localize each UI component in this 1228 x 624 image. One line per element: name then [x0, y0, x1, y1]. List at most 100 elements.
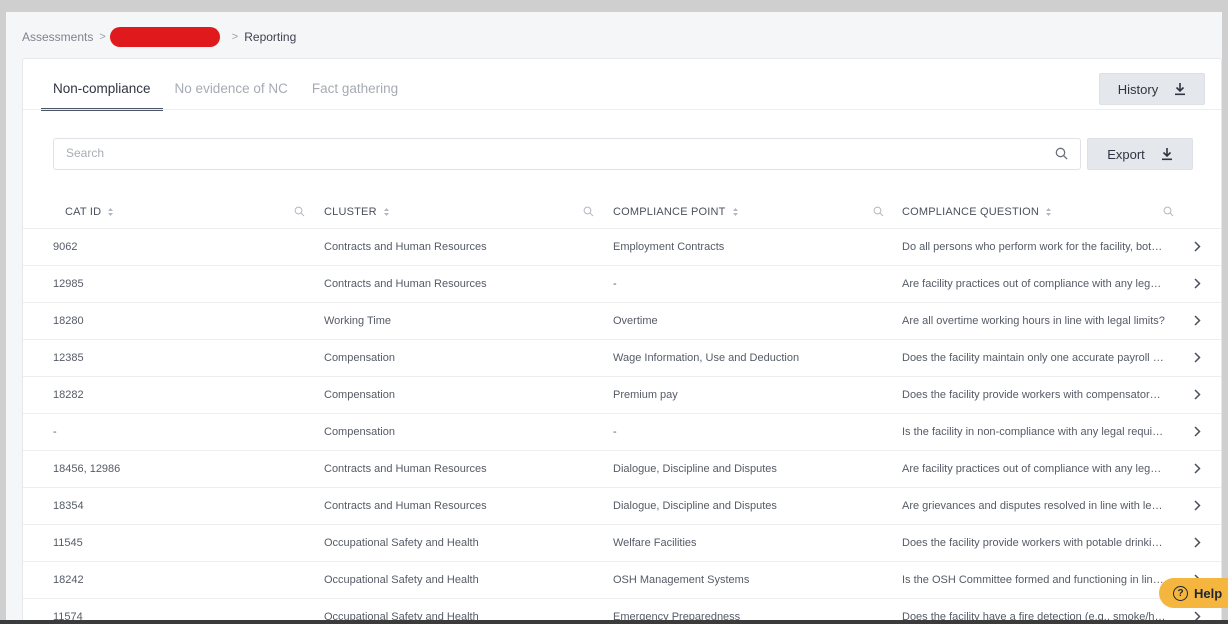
question-circle-icon: ? — [1173, 585, 1188, 601]
cell-cat-id: 12985 — [53, 278, 84, 290]
breadcrumb-separator-icon: > — [99, 31, 106, 43]
table-header: CAT ID CLUSTER COMPLIANCE POINT COMPLIAN… — [53, 197, 1191, 227]
chevron-right-icon[interactable] — [1193, 500, 1201, 511]
cell-cat-id: 18242 — [53, 574, 84, 586]
export-button-label: Export — [1107, 146, 1145, 162]
tab-non-compliance[interactable]: Non-compliance — [41, 75, 163, 111]
table-row[interactable]: 18354 Contracts and Human Resources Dialog… — [23, 487, 1221, 524]
chevron-right-icon[interactable] — [1193, 352, 1201, 363]
table-row[interactable]: 12985 Contracts and Human Resources - Are f… — [23, 265, 1221, 302]
cell-cat-id: 9062 — [53, 241, 78, 253]
cell-compliance-question: Is the facility in non-compliance with a… — [902, 426, 1166, 438]
table-row[interactable]: 18456, 12986 Contracts and Human Resource… — [23, 450, 1221, 487]
breadcrumb: Assessments > > Reporting — [22, 27, 297, 47]
tab-no-evidence-of-nc[interactable]: No evidence of NC — [163, 75, 300, 111]
cell-compliance-point: Overtime — [613, 315, 658, 327]
cell-compliance-question: Are facility practices out of compliance… — [902, 278, 1166, 290]
column-search-icon[interactable] — [1163, 206, 1174, 217]
cell-compliance-question: Do all persons who perform work for the … — [902, 241, 1166, 253]
sort-icon[interactable] — [383, 207, 390, 217]
cell-compliance-question: Does the facility provide workers with p… — [902, 537, 1166, 549]
cell-cluster: Occupational Safety and Health — [324, 537, 479, 549]
cell-cluster: Working Time — [324, 315, 392, 327]
table-row[interactable]: 11545 Occupational Safety and Health Welfa… — [23, 524, 1221, 561]
cell-compliance-question: Are all overtime working hours in line w… — [902, 315, 1165, 327]
table-row[interactable]: 18242 Occupational Safety and Health OSH M… — [23, 561, 1221, 598]
cell-cluster: Compensation — [324, 426, 395, 438]
cell-compliance-point: - — [613, 426, 617, 438]
cell-cluster: Contracts and Human Resources — [324, 278, 487, 290]
cell-compliance-point: - — [613, 278, 617, 290]
cell-compliance-question: Is the OSH Committee formed and function… — [902, 574, 1166, 586]
cell-cluster: Compensation — [324, 352, 395, 364]
column-header-label: COMPLIANCE QUESTION — [902, 206, 1040, 218]
column-header-label: CAT ID — [65, 206, 102, 218]
chevron-right-icon[interactable] — [1193, 389, 1201, 400]
chevron-right-icon[interactable] — [1193, 537, 1201, 548]
cell-cat-id: 18280 — [53, 315, 84, 327]
report-tabs: Non-compliance No evidence of NC Fact ga… — [41, 75, 410, 111]
column-search-icon[interactable] — [873, 206, 884, 217]
table-row[interactable]: 9062 Contracts and Human Resources Employm… — [23, 228, 1221, 265]
column-header-cat-id[interactable]: CAT ID — [65, 197, 114, 227]
history-button[interactable]: History — [1099, 73, 1205, 105]
table-row[interactable]: - Compensation - Is the facility in non-com… — [23, 413, 1221, 450]
cell-compliance-point: Welfare Facilities — [613, 537, 697, 549]
chevron-right-icon[interactable] — [1193, 315, 1201, 326]
chevron-right-icon[interactable] — [1193, 278, 1201, 289]
search-field — [53, 138, 1081, 170]
history-button-label: History — [1117, 81, 1159, 97]
cell-compliance-question: Are facility practices out of compliance… — [902, 463, 1166, 475]
tab-divider — [23, 109, 1221, 110]
cell-compliance-question: Does the facility provide workers with c… — [902, 389, 1166, 401]
cell-cluster: Contracts and Human Resources — [324, 463, 487, 475]
column-search-icon[interactable] — [583, 206, 594, 217]
cell-cat-id: 18282 — [53, 389, 84, 401]
table-row[interactable]: 18280 Working Time Overtime Are all overtim… — [23, 302, 1221, 339]
column-header-compliance-question[interactable]: COMPLIANCE QUESTION — [902, 197, 1052, 227]
breadcrumb-assessments[interactable]: Assessments — [22, 30, 93, 44]
table-row[interactable]: 18282 Compensation Premium pay Does the fac… — [23, 376, 1221, 413]
cell-cat-id: - — [53, 426, 57, 438]
cell-compliance-question: Does the facility maintain only one accu… — [902, 352, 1166, 364]
search-input[interactable] — [54, 139, 1058, 167]
table-row[interactable]: 12385 Compensation Wage Information, Use a… — [23, 339, 1221, 376]
search-icon[interactable] — [1055, 147, 1068, 160]
cell-cluster: Compensation — [324, 389, 395, 401]
app-viewport: Assessments > > Reporting Non-compliance… — [6, 12, 1222, 624]
download-icon — [1161, 148, 1172, 161]
sort-icon[interactable] — [732, 207, 739, 217]
tab-fact-gathering[interactable]: Fact gathering — [300, 75, 410, 111]
cell-compliance-point: Dialogue, Discipline and Disputes — [613, 500, 777, 512]
column-header-cluster[interactable]: CLUSTER — [324, 197, 390, 227]
sort-icon[interactable] — [1045, 207, 1052, 217]
column-header-label: COMPLIANCE POINT — [613, 206, 726, 218]
window-bottom-edge — [0, 620, 1228, 624]
help-button[interactable]: ? Help — [1159, 578, 1228, 608]
cell-cluster: Occupational Safety and Health — [324, 574, 479, 586]
cell-compliance-point: Dialogue, Discipline and Disputes — [613, 463, 777, 475]
column-header-label: CLUSTER — [324, 206, 377, 218]
reporting-card: Non-compliance No evidence of NC Fact ga… — [22, 58, 1222, 624]
cell-cat-id: 11545 — [53, 537, 83, 549]
breadcrumb-reporting: Reporting — [244, 30, 297, 44]
column-search-icon[interactable] — [294, 206, 305, 217]
chevron-right-icon[interactable] — [1193, 241, 1201, 252]
cell-cluster: Contracts and Human Resources — [324, 241, 487, 253]
help-button-label: Help — [1194, 585, 1223, 601]
cell-compliance-point: OSH Management Systems — [613, 574, 750, 586]
sort-icon[interactable] — [107, 207, 114, 217]
cell-cat-id: 18456, 12986 — [53, 463, 121, 475]
column-header-compliance-point[interactable]: COMPLIANCE POINT — [613, 197, 739, 227]
breadcrumb-separator-icon: > — [231, 31, 239, 43]
cell-cat-id: 18354 — [53, 500, 84, 512]
cell-compliance-question: Are grievances and disputes resolved in … — [902, 500, 1166, 512]
cell-cat-id: 12385 — [53, 352, 84, 364]
table-body: 9062 Contracts and Human Resources Employm… — [23, 228, 1221, 624]
cell-cluster: Contracts and Human Resources — [324, 500, 487, 512]
download-icon — [1175, 83, 1186, 96]
chevron-right-icon[interactable] — [1193, 426, 1201, 437]
export-button[interactable]: Export — [1087, 138, 1193, 170]
chevron-right-icon[interactable] — [1193, 463, 1201, 474]
cell-compliance-point: Premium pay — [613, 389, 678, 401]
